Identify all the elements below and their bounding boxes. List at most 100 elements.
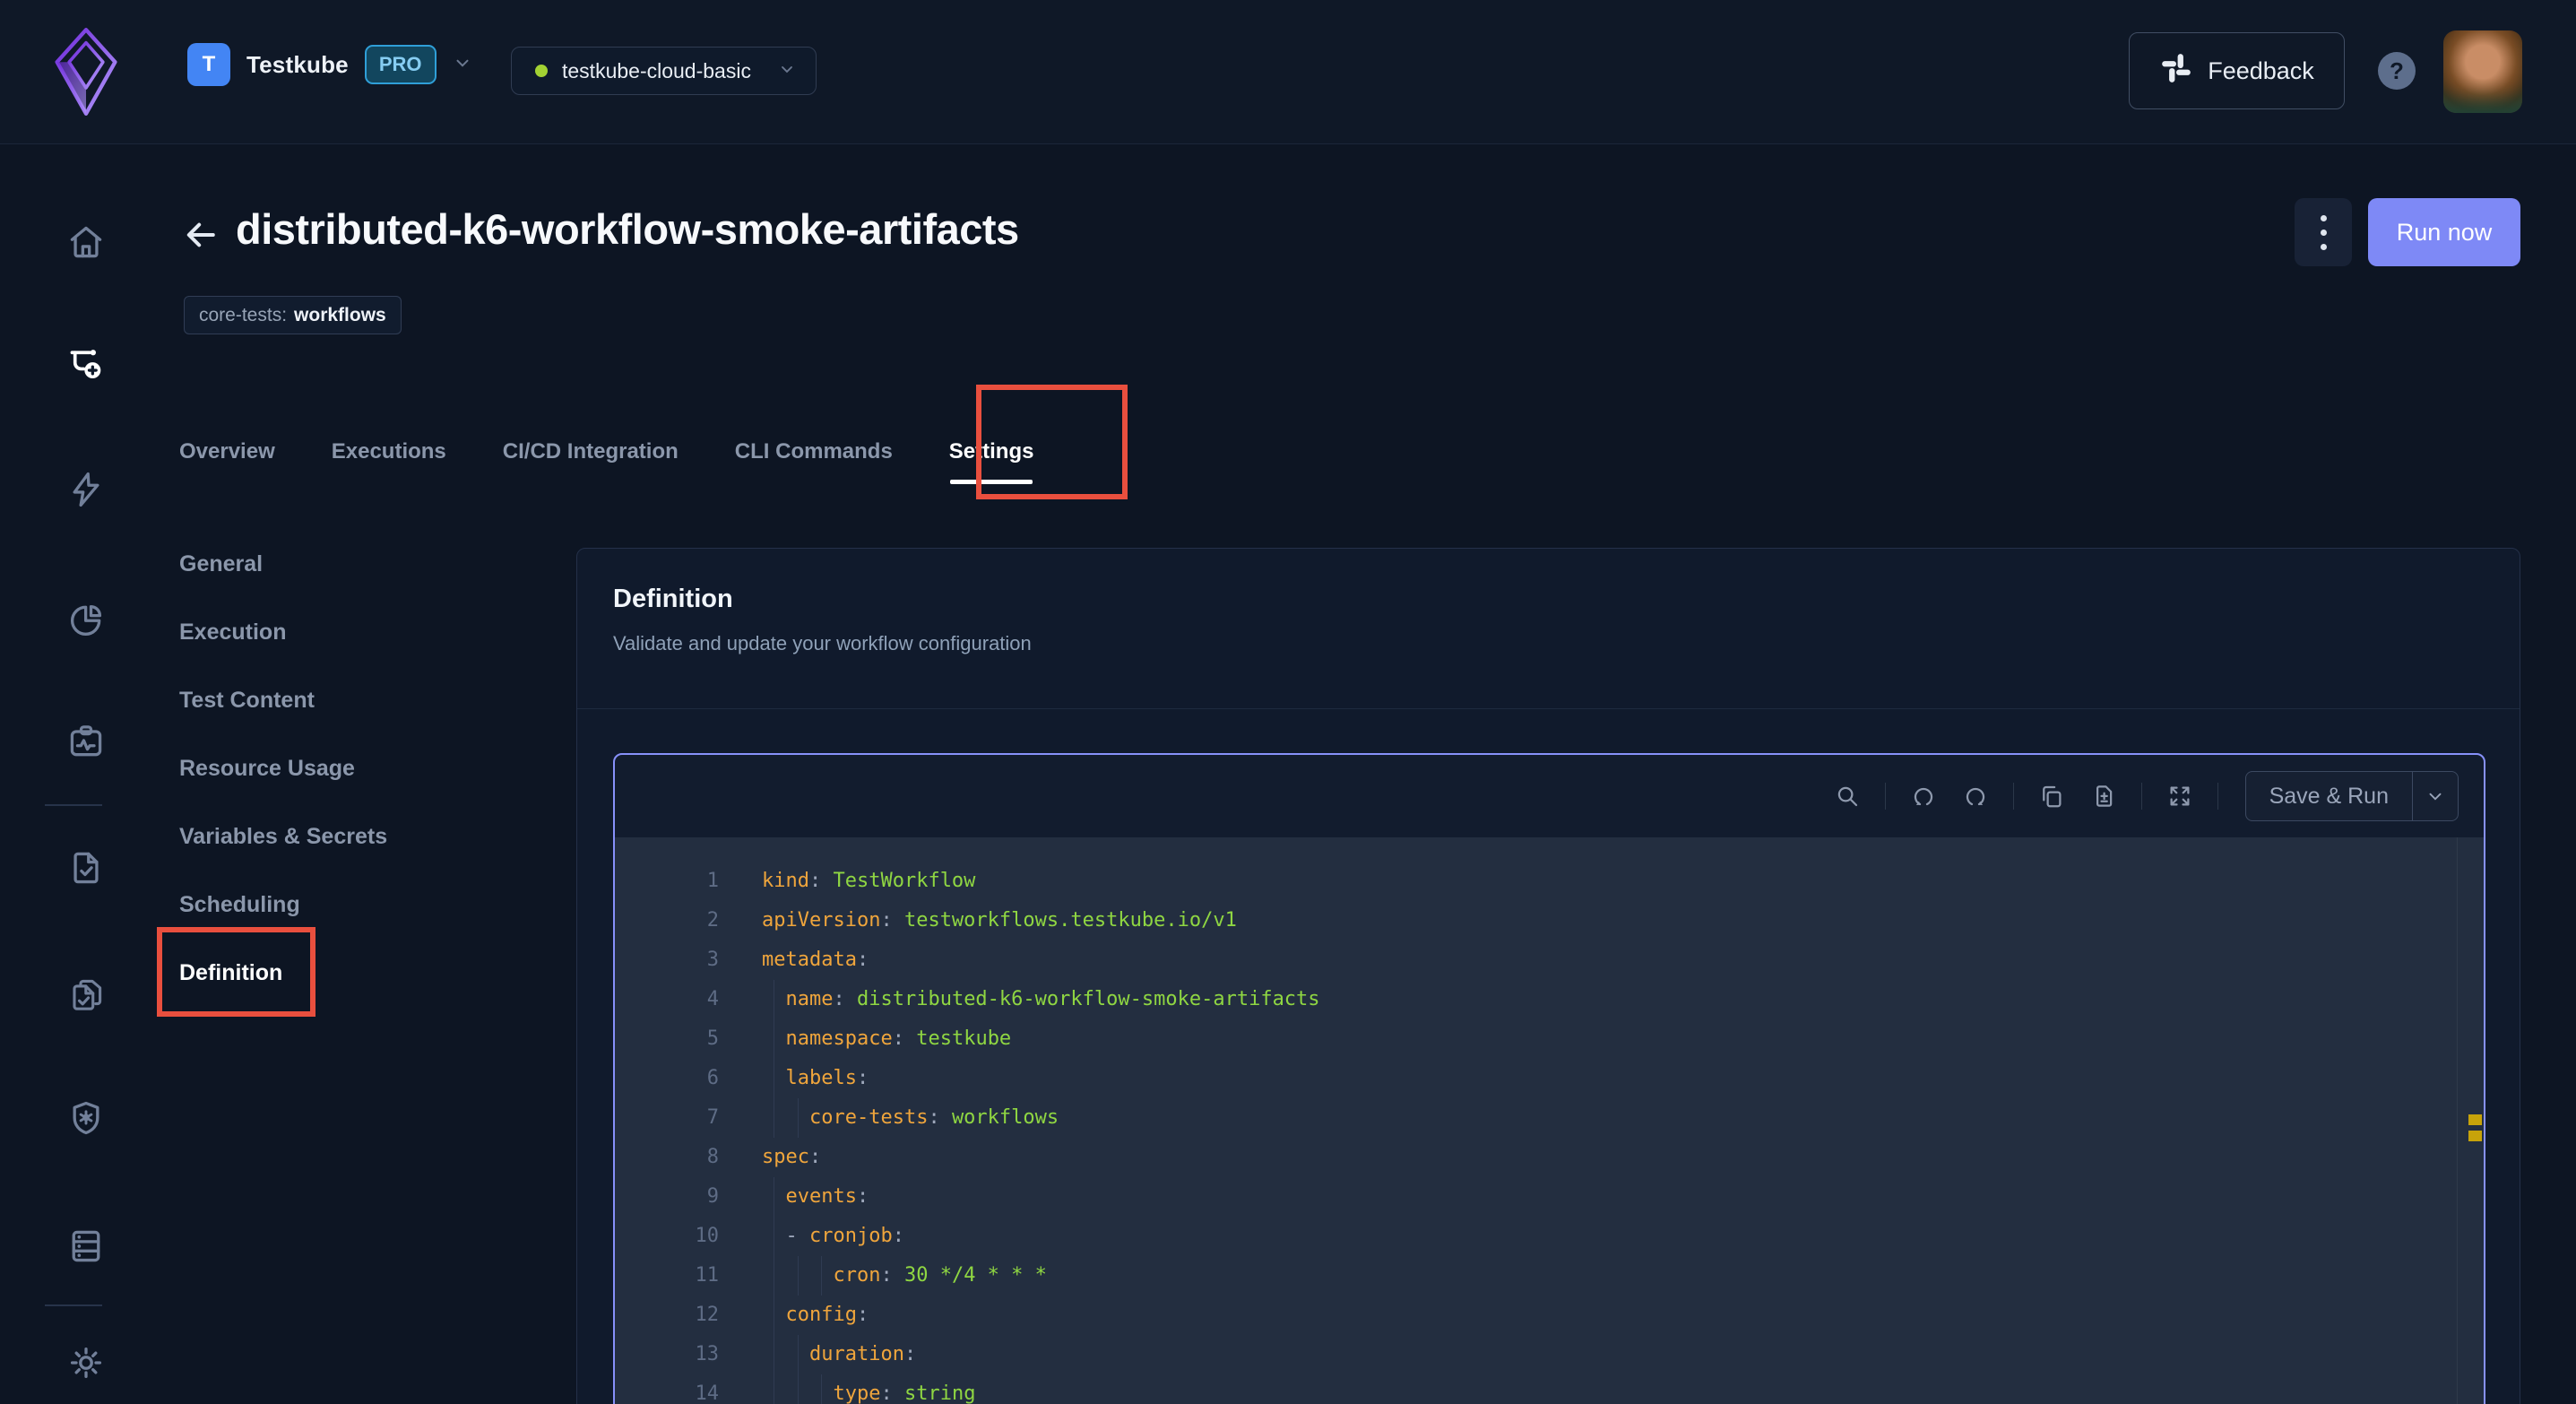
code-line[interactable]: 13 duration:: [615, 1335, 2484, 1374]
sidebar-item-health-monitoring[interactable]: [66, 722, 106, 761]
health-monitor-icon: [66, 722, 106, 761]
sidebar-item-home[interactable]: [66, 222, 106, 262]
indent-guide: [798, 1256, 799, 1296]
settings-nav-test-content[interactable]: Test Content: [179, 666, 387, 734]
settings-gear-icon: [66, 1343, 106, 1382]
line-number: 11: [615, 1256, 762, 1296]
page-title: distributed-k6-workflow-smoke-artifacts: [236, 204, 1019, 254]
code-line[interactable]: 10 - cronjob:: [615, 1217, 2484, 1256]
line-number: 4: [615, 980, 762, 1019]
slack-icon: [2159, 51, 2193, 91]
sources-server-icon: [66, 1226, 106, 1266]
undo-icon: [1910, 783, 1937, 810]
tab-cli-commands[interactable]: CLI Commands: [735, 407, 893, 484]
sidebar-item-insights[interactable]: [66, 600, 106, 639]
line-number: 13: [615, 1335, 762, 1374]
code-line[interactable]: 14 type: string: [615, 1374, 2484, 1404]
code-text: namespace: testkube: [762, 1019, 1011, 1059]
code-text: spec:: [762, 1138, 821, 1177]
redo-icon: [1962, 783, 1989, 810]
app-window: T Testkube PRO testkube-cloud-basic: [0, 0, 2576, 1404]
indent-guide: [798, 1335, 799, 1374]
chevron-down-icon: [778, 60, 796, 82]
search-button[interactable]: [1828, 776, 1867, 816]
redo-button[interactable]: [1956, 776, 1995, 816]
code-line[interactable]: 3metadata:: [615, 940, 2484, 980]
sidebar-item-sources[interactable]: [66, 1226, 106, 1266]
environment-select[interactable]: testkube-cloud-basic: [511, 47, 817, 95]
tab-executions[interactable]: Executions: [332, 407, 446, 484]
sidebar-item-webhooks[interactable]: [66, 1098, 106, 1138]
sidebar-item-triggers[interactable]: [66, 470, 106, 509]
code-line[interactable]: 5 namespace: testkube: [615, 1019, 2484, 1059]
label-value: workflows: [294, 305, 386, 326]
tab-overview[interactable]: Overview: [179, 407, 275, 484]
plan-badge: PRO: [365, 45, 437, 84]
run-now-button[interactable]: Run now: [2368, 198, 2520, 266]
definition-panel-header: Definition Validate and update your work…: [577, 549, 2520, 709]
undo-button[interactable]: [1904, 776, 1943, 816]
sidebar-item-tests[interactable]: [66, 848, 106, 888]
tab-settings[interactable]: Settings: [949, 407, 1034, 484]
insights-pie-icon: [66, 600, 106, 639]
settings-nav-resource-usage[interactable]: Resource Usage: [179, 734, 387, 802]
tab-cicd-integration[interactable]: CI/CD Integration: [503, 407, 679, 484]
indent-guide: [821, 1256, 822, 1296]
line-number: 7: [615, 1098, 762, 1138]
settings-nav-execution[interactable]: Execution: [179, 598, 387, 666]
indent-guide: [821, 1374, 822, 1404]
feedback-button[interactable]: Feedback: [2129, 32, 2345, 109]
label-key: core-tests:: [199, 305, 287, 326]
settings-nav: General Execution Test Content Resource …: [179, 530, 387, 1007]
line-number: 1: [615, 862, 762, 901]
line-number: 12: [615, 1296, 762, 1335]
code-line[interactable]: 7 core-tests: workflows: [615, 1098, 2484, 1138]
chevron-down-icon[interactable]: [2413, 772, 2458, 820]
code-editor-area[interactable]: 1kind: TestWorkflow2apiVersion: testwork…: [615, 837, 2484, 1404]
ruler-marker: [2468, 1114, 2482, 1125]
save-and-run-button[interactable]: Save & Run: [2245, 771, 2459, 821]
expand-button[interactable]: [2160, 776, 2200, 816]
testkube-logo-icon: [54, 25, 118, 123]
code-line[interactable]: 8spec:: [615, 1138, 2484, 1177]
code-text: metadata:: [762, 940, 869, 980]
line-number: 8: [615, 1138, 762, 1177]
shield-gear-icon: [66, 1098, 106, 1138]
code-line[interactable]: 2apiVersion: testworkflows.testkube.io/v…: [615, 901, 2484, 940]
settings-nav-variables-secrets[interactable]: Variables & Secrets: [179, 802, 387, 871]
line-number: 9: [615, 1177, 762, 1217]
settings-nav-general[interactable]: General: [179, 530, 387, 598]
back-button[interactable]: [181, 215, 220, 255]
code-line[interactable]: 9 events:: [615, 1177, 2484, 1217]
org-switcher[interactable]: T Testkube PRO: [187, 43, 472, 86]
definition-panel: Definition Validate and update your work…: [576, 548, 2520, 1404]
code-text: events:: [762, 1177, 869, 1217]
sidebar-item-settings[interactable]: [66, 1343, 106, 1382]
toolbar-divider: [1885, 783, 1886, 810]
code-line[interactable]: 1kind: TestWorkflow: [615, 862, 2484, 901]
top-bar: T Testkube PRO testkube-cloud-basic: [0, 0, 2576, 144]
help-button[interactable]: ?: [2378, 52, 2416, 90]
editor-overview-ruler[interactable]: [2457, 837, 2484, 1404]
code-line[interactable]: 4 name: distributed-k6-workflow-smoke-ar…: [615, 980, 2484, 1019]
code-line[interactable]: 6 labels:: [615, 1059, 2484, 1098]
sidebar-item-test-workflows[interactable]: [66, 345, 106, 385]
sidebar-divider: [45, 1304, 102, 1306]
settings-nav-scheduling[interactable]: Scheduling: [179, 871, 387, 939]
workflow-tabs: Overview Executions CI/CD Integration CL…: [179, 407, 1033, 484]
copy-button[interactable]: [2032, 776, 2071, 816]
code-line[interactable]: 11 cron: 30 */4 * * *: [615, 1256, 2484, 1296]
settings-nav-definition[interactable]: Definition: [179, 939, 387, 1007]
line-number: 6: [615, 1059, 762, 1098]
toolbar-divider: [2013, 783, 2014, 810]
more-actions-button[interactable]: [2295, 198, 2352, 266]
workflow-label-badge: core-tests: workflows: [184, 296, 402, 334]
sidebar-divider: [45, 804, 102, 806]
search-icon: [1834, 783, 1861, 810]
user-avatar[interactable]: [2443, 30, 2522, 113]
diff-document-button[interactable]: [2084, 776, 2123, 816]
code-line[interactable]: 12 config:: [615, 1296, 2484, 1335]
editor-toolbar: Save & Run: [615, 755, 2484, 837]
code-text: core-tests: workflows: [762, 1098, 1059, 1138]
sidebar-item-test-suites[interactable]: [66, 975, 106, 1015]
